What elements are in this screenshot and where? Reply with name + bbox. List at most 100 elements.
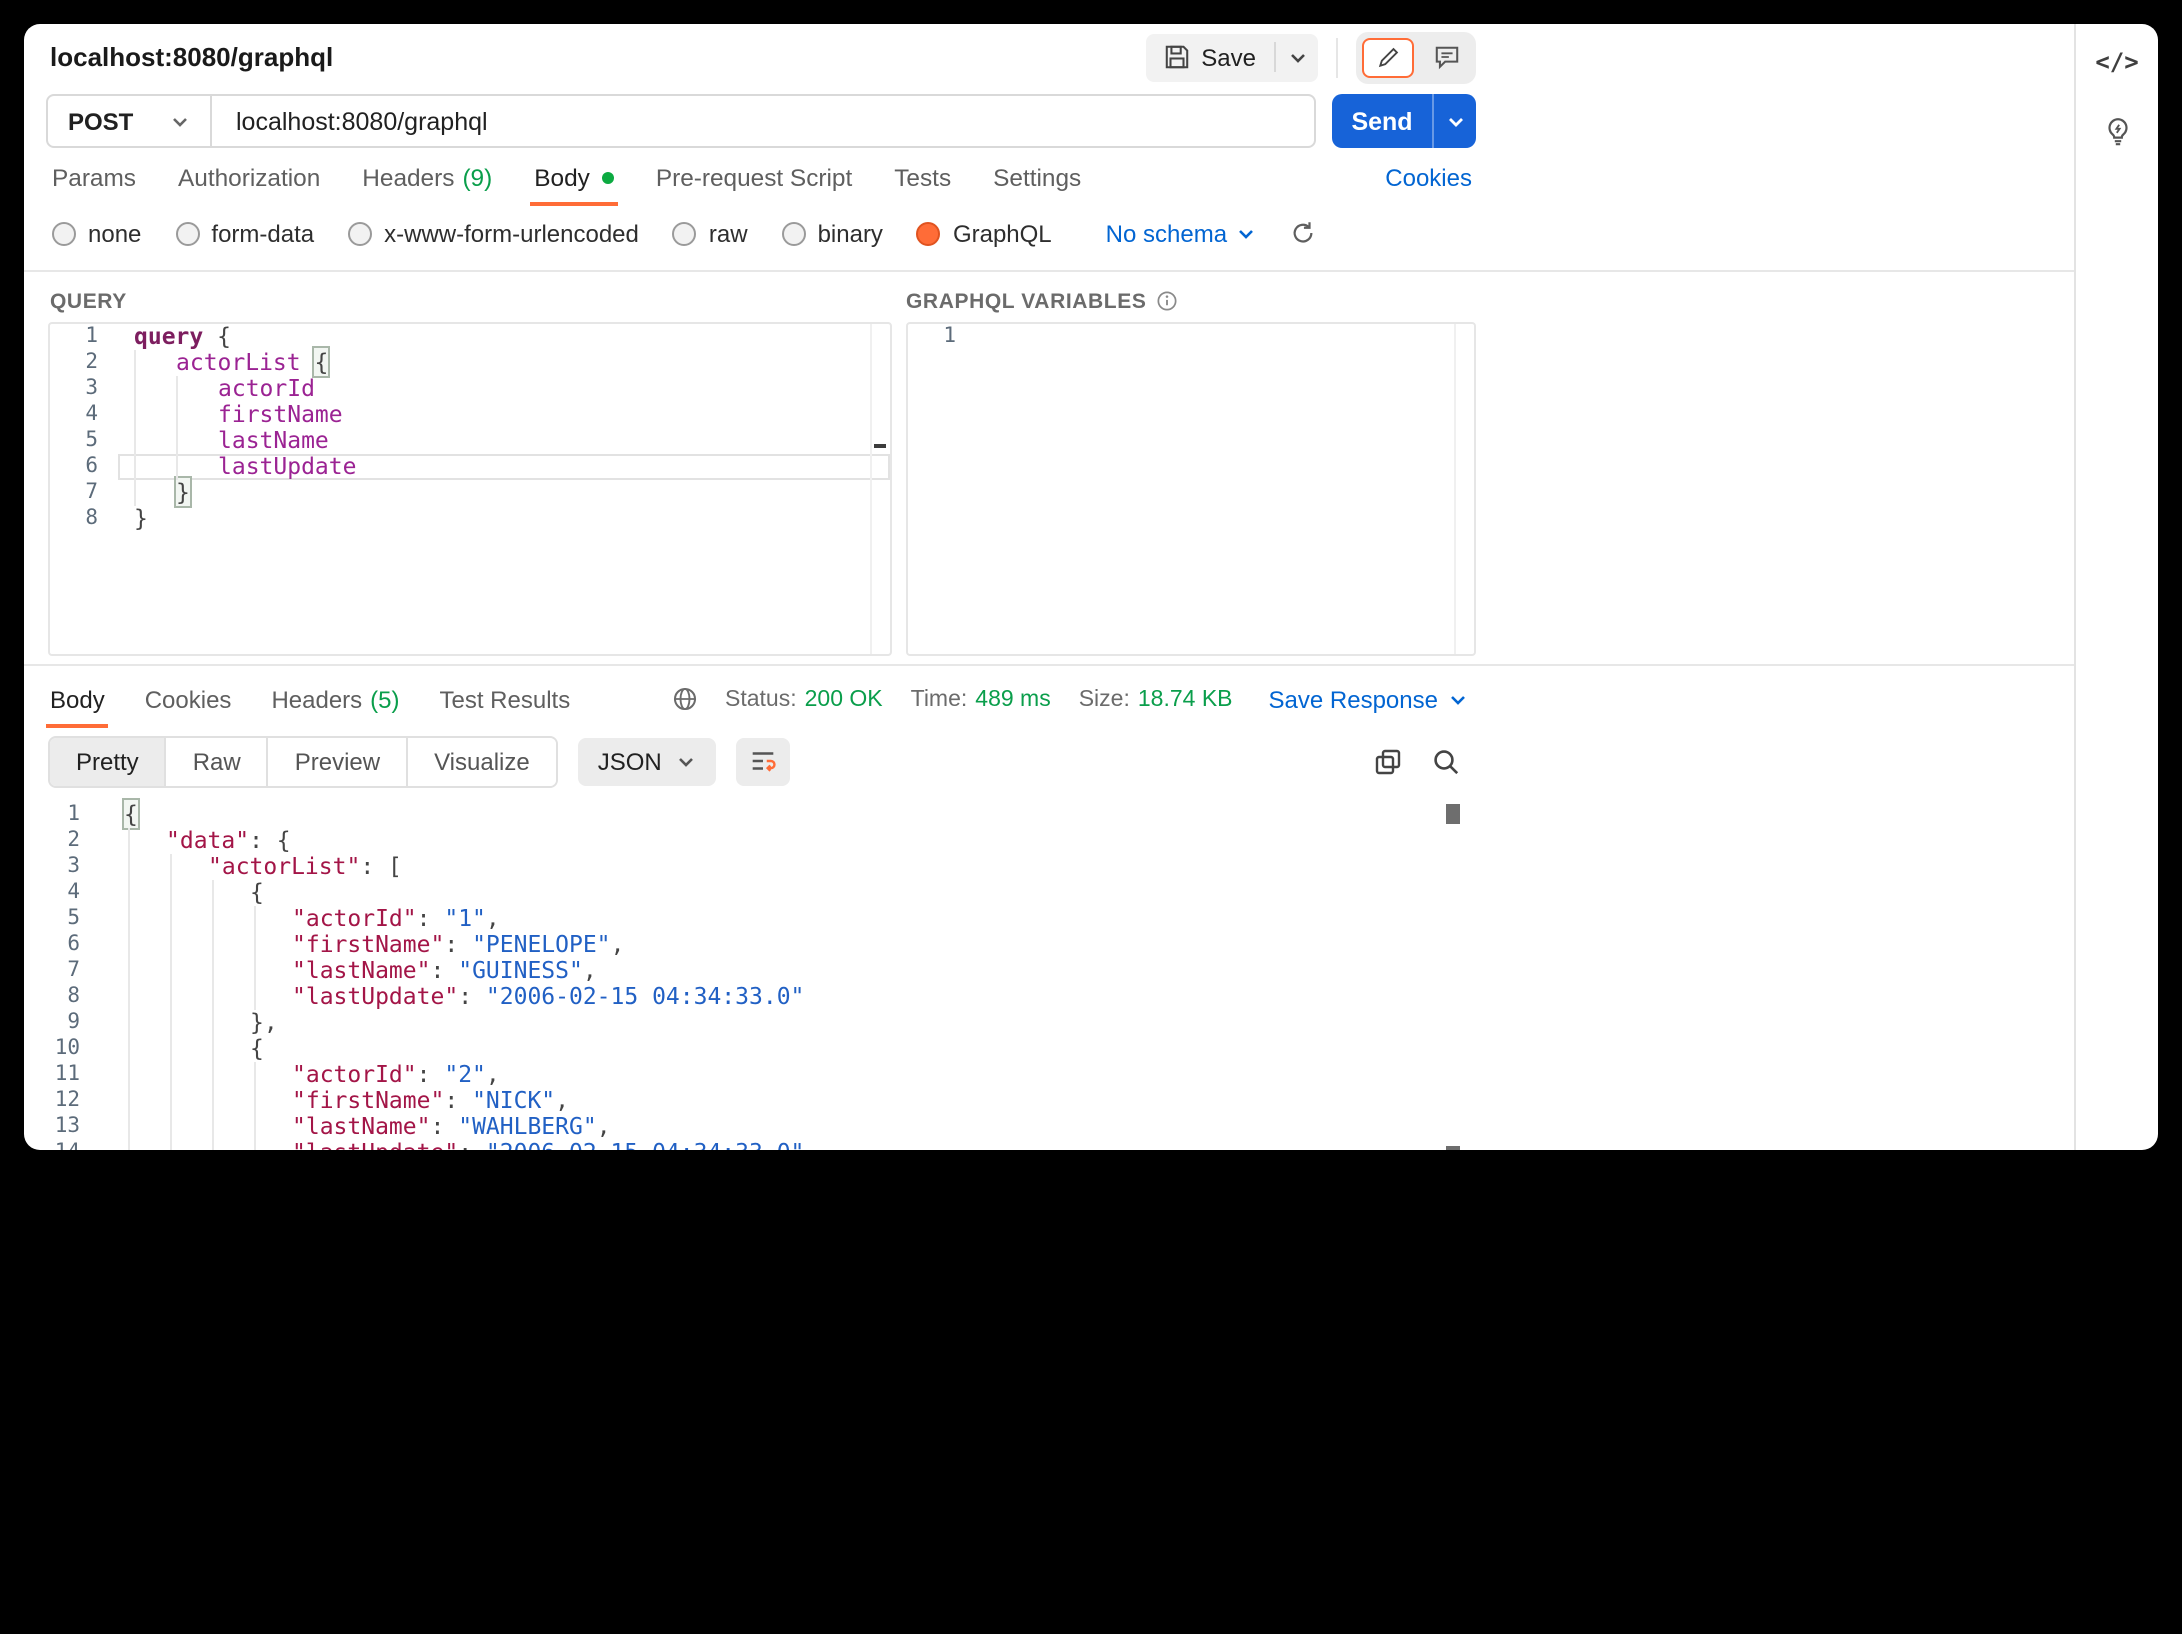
status-value: 200 OK — [805, 687, 883, 711]
unsaved-changes-dot — [602, 171, 614, 183]
code-line[interactable]: 3"actorList": [ — [24, 854, 1476, 880]
tab-headers[interactable]: Headers(9) — [362, 148, 492, 206]
line-number: 7 — [24, 958, 104, 984]
line-number: 5 — [24, 906, 104, 932]
mode-none[interactable]: none — [52, 219, 141, 247]
lightbulb-icon[interactable] — [2101, 116, 2133, 148]
line-number: 6 — [24, 932, 104, 958]
graphql-query-editor[interactable]: 1query {2actorList {3actorId4firstName5l… — [48, 322, 892, 656]
scrollbar-mark — [1446, 1146, 1460, 1150]
line-number: 8 — [24, 984, 104, 1010]
response-tabs-row: Body Cookies Headers(5) Test Results Sta… — [24, 670, 1476, 728]
url-input[interactable]: localhost:8080/graphql — [212, 96, 1314, 146]
send-options-button[interactable] — [1432, 94, 1476, 148]
app-window: localhost:8080/graphql Save — [24, 24, 2158, 1150]
comment-icon — [1433, 44, 1459, 70]
cookies-link[interactable]: Cookies — [1385, 163, 1476, 191]
send-button[interactable]: Send — [1332, 94, 1476, 148]
line-number: 12 — [24, 1088, 104, 1114]
save-response-button[interactable]: Save Response — [1269, 685, 1468, 713]
code-snippet-icon[interactable]: </> — [2095, 48, 2138, 76]
editors-area: 1query {2actorList {3actorId4firstName5l… — [24, 322, 2074, 656]
schema-select[interactable]: No schema — [1106, 219, 1255, 247]
line-number: 11 — [24, 1062, 104, 1088]
scrollbar-thumb[interactable] — [1446, 804, 1460, 824]
response-tab-body[interactable]: Body — [50, 670, 105, 728]
status-stat: Status:200 OK — [725, 687, 883, 711]
view-raw[interactable]: Raw — [167, 737, 269, 785]
code-line[interactable]: 14"lastUpdate": "2006-02-15 04:34:33.0" — [24, 1140, 1476, 1150]
view-visualize[interactable]: Visualize — [408, 737, 556, 785]
view-pretty[interactable]: Pretty — [50, 737, 167, 785]
tab-authorization[interactable]: Authorization — [178, 148, 320, 206]
wrap-text-icon[interactable] — [736, 737, 790, 785]
code-line[interactable]: 1 — [908, 324, 1474, 350]
screen: localhost:8080/graphql Save — [0, 0, 2182, 1634]
tab-pre-request-script[interactable]: Pre-request Script — [656, 148, 852, 206]
code-line[interactable]: 13"lastName": "WAHLBERG", — [24, 1114, 1476, 1140]
view-mode-group: Pretty Raw Preview Visualize — [48, 735, 558, 787]
code-line[interactable]: 12"firstName": "NICK", — [24, 1088, 1476, 1114]
indent-guide — [212, 880, 214, 1150]
code-line[interactable]: 1{ — [24, 802, 1476, 828]
code-line[interactable]: 7"lastName": "GUINESS", — [24, 958, 1476, 984]
line-number: 5 — [50, 428, 118, 454]
chevron-down-icon — [170, 111, 190, 131]
response-code[interactable]: 1{2"data": {3"actorList": [4{5"actorId":… — [24, 794, 1476, 1150]
mode-raw[interactable]: raw — [673, 219, 748, 247]
mode-form-data[interactable]: form-data — [175, 219, 314, 247]
headers-count: (9) — [462, 163, 492, 191]
copy-icon[interactable] — [1374, 747, 1402, 775]
response-tab-headers[interactable]: Headers(5) — [271, 670, 399, 728]
editor-labels: QUERY GRAPHQL VARIABLES — [24, 280, 1476, 322]
refresh-schema-icon[interactable] — [1289, 220, 1315, 246]
line-number: 13 — [24, 1114, 104, 1140]
globe-icon[interactable] — [671, 686, 697, 712]
scroll-gutter — [1454, 324, 1456, 654]
code-line[interactable]: 8"lastUpdate": "2006-02-15 04:34:33.0" — [24, 984, 1476, 1010]
code-line[interactable]: 2actorList { — [50, 350, 890, 376]
request-header-bar: localhost:8080/graphql Save — [24, 24, 1476, 90]
response-tab-cookies[interactable]: Cookies — [145, 670, 232, 728]
radio-icon — [175, 221, 199, 245]
save-button-label: Save — [1201, 43, 1256, 71]
code-line[interactable]: 5"actorId": "1", — [24, 906, 1476, 932]
tab-settings[interactable]: Settings — [993, 148, 1081, 206]
line-number: 1 — [24, 802, 104, 828]
mode-binary[interactable]: binary — [782, 219, 883, 247]
radio-icon — [52, 221, 76, 245]
mode-x-www-form-urlencoded[interactable]: x-www-form-urlencoded — [348, 219, 639, 247]
code-line[interactable]: 9}, — [24, 1010, 1476, 1036]
code-line[interactable]: 4{ — [24, 880, 1476, 906]
code-line[interactable]: 11"actorId": "2", — [24, 1062, 1476, 1088]
format-select[interactable]: JSON — [578, 737, 716, 785]
tab-tests[interactable]: Tests — [894, 148, 951, 206]
tab-params[interactable]: Params — [52, 148, 136, 206]
method-select[interactable]: POST — [48, 96, 212, 146]
code-line[interactable]: 2"data": { — [24, 828, 1476, 854]
query-panel-title: QUERY — [50, 289, 906, 313]
tab-body[interactable]: Body — [534, 148, 614, 206]
code-line[interactable]: 6"firstName": "PENELOPE", — [24, 932, 1476, 958]
view-preview[interactable]: Preview — [269, 737, 408, 785]
save-button[interactable]: Save — [1145, 33, 1274, 81]
edit-mode-toggle — [1356, 31, 1476, 83]
info-icon[interactable] — [1156, 290, 1178, 312]
time-stat: Time:489 ms — [911, 687, 1051, 711]
code-line[interactable]: 1query { — [50, 324, 890, 350]
response-body-viewer[interactable]: 1{2"data": {3"actorList": [4{5"actorId":… — [24, 794, 1476, 1150]
send-button-label[interactable]: Send — [1332, 94, 1432, 148]
body-mode-row: none form-data x-www-form-urlencoded raw… — [24, 206, 1476, 260]
mode-graphql[interactable]: GraphQL — [917, 219, 1052, 247]
code-line[interactable]: 10{ — [24, 1036, 1476, 1062]
edit-request-button[interactable] — [1362, 37, 1414, 77]
save-options-button[interactable] — [1276, 33, 1318, 81]
response-tab-test-results[interactable]: Test Results — [440, 670, 571, 728]
code-line[interactable]: 7} — [50, 480, 890, 506]
graphql-variables-editor[interactable]: 1 — [906, 322, 1476, 656]
line-number: 3 — [50, 376, 118, 402]
line-number: 10 — [24, 1036, 104, 1062]
search-icon[interactable] — [1432, 747, 1460, 775]
code-line[interactable]: 8} — [50, 506, 890, 532]
comment-button[interactable] — [1422, 37, 1470, 77]
